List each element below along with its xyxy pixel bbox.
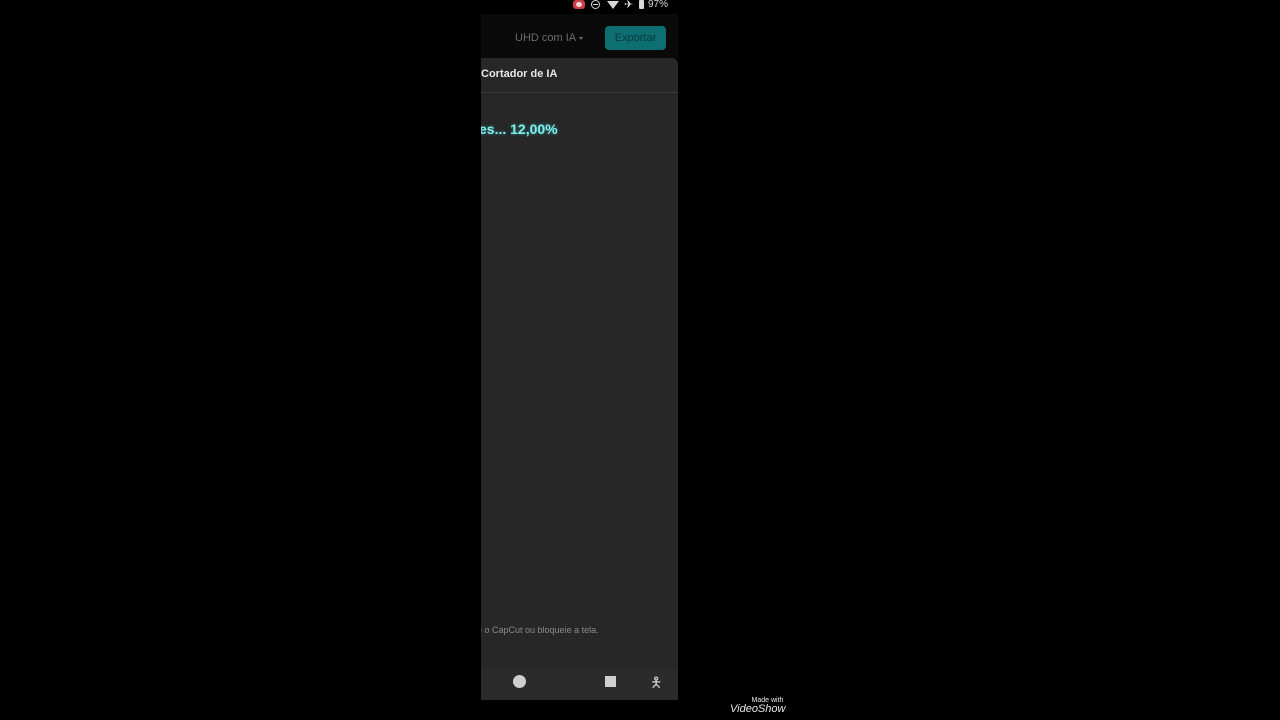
watermark-brand: VideoShow <box>730 703 786 715</box>
quality-select[interactable]: UHD com IA <box>515 32 584 44</box>
do-not-disturb-icon <box>591 0 600 9</box>
recents-icon[interactable] <box>605 676 616 687</box>
app-header: UHD com IA Exportar <box>481 14 678 58</box>
hint-text: e o CapCut ou bloqueie a tela. <box>481 625 599 635</box>
divider <box>481 92 678 93</box>
screen-record-icon <box>573 0 585 9</box>
system-nav-bar: 🯅 <box>481 668 678 700</box>
ai-cutter-panel: Cortador de IA es... 12,00% e o CapCut o… <box>481 58 678 668</box>
progress-status: es... 12,00% <box>481 121 558 137</box>
phone-screen: ✈ 97% UHD com IA Exportar Cortador de IA… <box>481 0 678 700</box>
quality-select-label: UHD com IA <box>515 32 577 44</box>
videoshow-watermark: Made with VideoShow <box>730 697 785 715</box>
battery-icon <box>639 0 644 9</box>
status-bar: ✈ 97% <box>481 0 678 12</box>
export-button[interactable]: Exportar <box>605 26 666 50</box>
airplane-icon: ✈ <box>624 0 634 11</box>
panel-title: Cortador de IA <box>481 68 558 80</box>
battery-level: 97% <box>648 0 669 10</box>
accessibility-icon[interactable]: 🯅 <box>650 672 662 696</box>
home-icon[interactable] <box>513 675 526 688</box>
chevron-down-icon <box>579 36 584 40</box>
wifi-icon <box>607 1 619 9</box>
